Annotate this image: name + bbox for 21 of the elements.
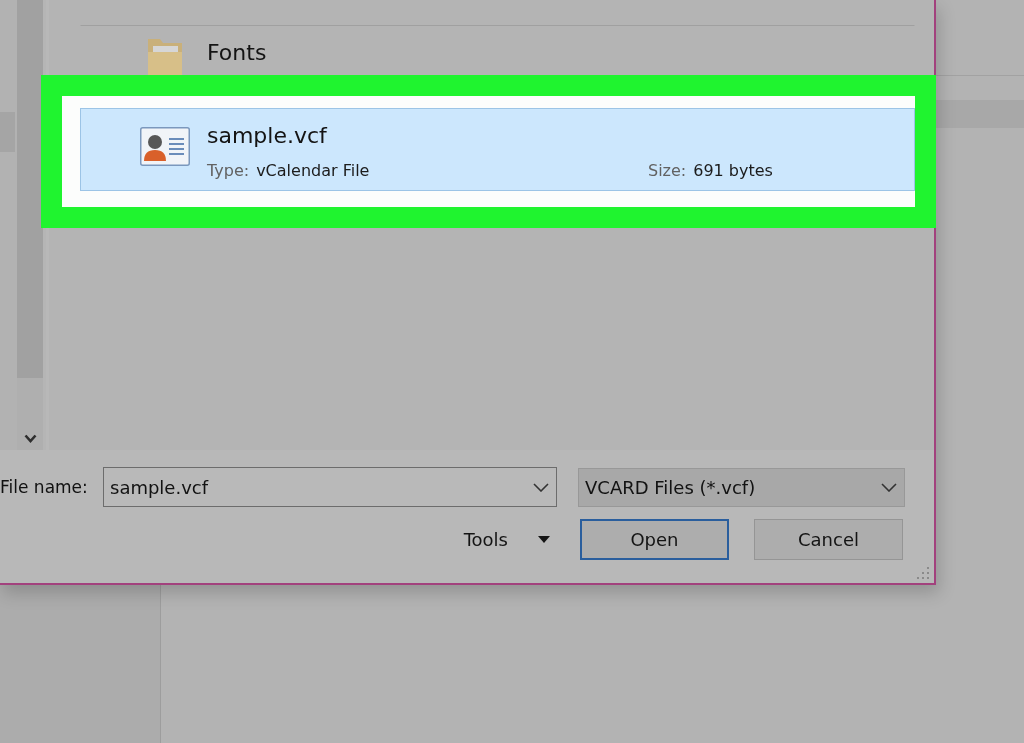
file-type-dropdown[interactable]: VCARD Files (*.vcf) [578, 467, 905, 507]
detail-value: 691 bytes [693, 160, 773, 180]
contact-card-icon [140, 127, 190, 166]
resize-grip-icon[interactable] [916, 566, 930, 580]
chevron-down-icon[interactable] [533, 482, 549, 492]
scrollbar-thumb[interactable] [17, 0, 43, 378]
detail-value: vCalendar File [256, 160, 370, 180]
folder-icon [147, 38, 183, 76]
file-name-label: File name: [0, 477, 89, 497]
chevron-down-icon[interactable] [23, 434, 37, 443]
detail-label: Type: [207, 160, 250, 180]
dialog-button[interactable]: Open [580, 519, 729, 560]
file-item[interactable]: sample.vcf Type: vCalendar File Size: 691 bytes [80, 108, 915, 191]
caret-icon [538, 536, 550, 543]
item-name: sample.vcf [207, 122, 329, 150]
chevron-down-icon[interactable] [881, 482, 897, 492]
tools-menu-button[interactable]: Tools [463, 529, 550, 550]
dialog-button[interactable]: Cancel [754, 519, 903, 560]
detail-label: Size: [648, 160, 687, 180]
file-name-field[interactable]: sample.vcf [103, 467, 557, 507]
item-name: Fonts [207, 39, 267, 67]
